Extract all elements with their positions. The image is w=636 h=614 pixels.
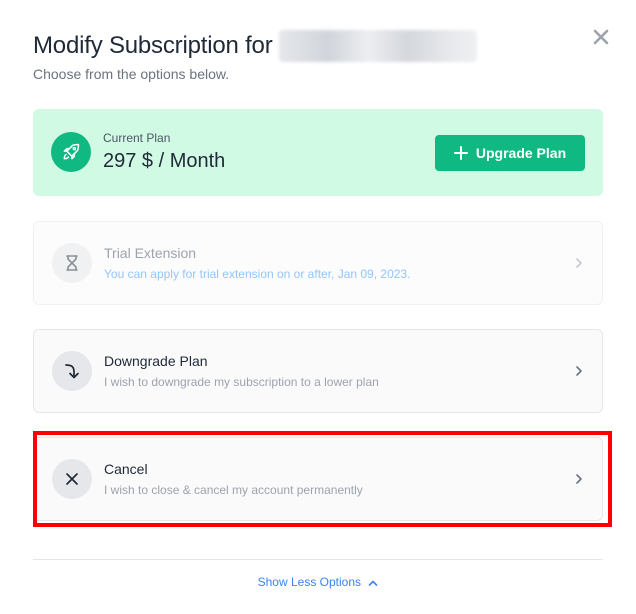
chevron-up-icon (368, 576, 378, 590)
rocket-icon (51, 132, 91, 172)
option-cancel[interactable]: Cancel I wish to close & cancel my accou… (33, 437, 603, 521)
current-plan-card: Current Plan 297 $ / Month Upgrade Plan (33, 109, 603, 196)
option-title: Downgrade Plan (104, 353, 208, 369)
current-plan-caption: Current Plan (103, 131, 171, 145)
show-less-options-label: Show Less Options (257, 575, 362, 589)
show-less-options-link[interactable]: Show Less Options (0, 575, 636, 590)
close-icon (593, 29, 609, 45)
current-plan-price: 297 $ / Month (103, 150, 226, 172)
option-title: Cancel (104, 461, 148, 477)
option-trial-extension[interactable]: Trial Extension You can apply for trial … (33, 221, 603, 305)
option-title: Trial Extension (104, 245, 197, 261)
upgrade-plan-label: Upgrade Plan (475, 145, 567, 161)
x-icon (52, 459, 92, 499)
hourglass-icon (52, 243, 92, 283)
close-button[interactable] (590, 26, 612, 48)
chevron-right-icon (572, 472, 586, 486)
option-downgrade-plan[interactable]: Downgrade Plan I wish to downgrade my su… (33, 329, 603, 413)
redacted-account-name (278, 30, 477, 62)
modal-title: Modify Subscription for (33, 30, 477, 62)
modify-subscription-modal: Modify Subscription for Choose from the … (0, 0, 636, 614)
option-description: I wish to close & cancel my account perm… (104, 483, 363, 497)
arrow-down-turn-icon (52, 351, 92, 391)
modal-title-text: Modify Subscription for (33, 32, 273, 59)
chevron-right-icon (572, 256, 586, 270)
chevron-right-icon (572, 364, 586, 378)
plus-icon (453, 146, 468, 160)
upgrade-plan-button[interactable]: Upgrade Plan (435, 135, 585, 171)
option-description: You can apply for trial extension on or … (104, 267, 411, 281)
modal-subtitle: Choose from the options below. (33, 66, 230, 82)
option-description: I wish to downgrade my subscription to a… (104, 375, 379, 389)
divider (33, 559, 603, 560)
